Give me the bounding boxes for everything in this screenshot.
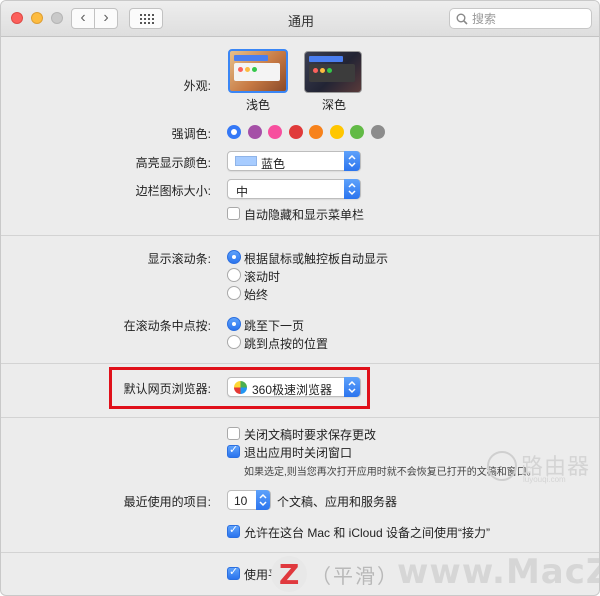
- router-watermark: 路由器 luyouqi.com: [487, 449, 593, 485]
- search-icon: [456, 13, 468, 25]
- accent-swatch[interactable]: [268, 125, 282, 139]
- macz-watermark-mid: （平滑）: [311, 566, 399, 588]
- recent-items-value: 10: [234, 494, 248, 508]
- handoff-checkbox[interactable]: [227, 523, 240, 538]
- close-windows-checkbox[interactable]: [227, 443, 240, 458]
- accent-swatch[interactable]: [227, 125, 241, 139]
- scrollbars-auto-radio[interactable]: [227, 250, 241, 264]
- thumb-dot: [313, 68, 318, 73]
- font-smoothing-checkbox[interactable]: [227, 565, 240, 580]
- scrollbars-scrolling-label: 滚动时: [244, 270, 281, 284]
- search-input[interactable]: [472, 11, 587, 26]
- click-jump-spot-radio[interactable]: [227, 335, 241, 349]
- appearance-light-thumb[interactable]: [228, 49, 288, 93]
- recent-items-popup[interactable]: 10: [227, 490, 271, 510]
- ask-save-checkbox[interactable]: [227, 427, 240, 440]
- handoff-label: 允许在这台 Mac 和 iCloud 设备之间使用“接力”: [244, 526, 491, 540]
- router-logo-icon: [487, 451, 517, 481]
- macz-watermark: Z （平滑） www.MacZ.com: [271, 548, 599, 595]
- scrollbars-auto-label: 根据鼠标或触控板自动显示: [244, 252, 389, 266]
- autohide-menubar-checkbox[interactable]: [227, 207, 240, 220]
- recent-items-suffix: 个文稿、应用和服务器: [277, 495, 398, 509]
- popup-arrows: [344, 151, 360, 171]
- up-down-chevron-icon: [348, 154, 356, 168]
- appearance-label: 外观:: [183, 79, 211, 93]
- macz-logo-icon: Z: [271, 556, 307, 592]
- scrollbars-always-radio[interactable]: [227, 286, 241, 300]
- highlight-label: 高亮显示颜色:: [135, 156, 211, 170]
- close-windows-label: 退出应用时关闭窗口: [244, 446, 353, 460]
- thumb-window: [309, 64, 355, 82]
- macz-watermark-text: www.MacZ.com: [397, 552, 599, 592]
- popup-arrows: [344, 179, 360, 199]
- recent-items-label: 最近使用的项目:: [123, 495, 211, 509]
- scrollbars-always-label: 始终: [244, 288, 269, 302]
- click-next-page-radio[interactable]: [227, 317, 241, 331]
- thumb-window: [234, 63, 280, 81]
- thumb-dot: [320, 68, 325, 73]
- click-jump-spot-label: 跳到点按的位置: [244, 337, 329, 351]
- up-down-chevron-icon: [259, 493, 267, 507]
- thumb-dot: [327, 68, 332, 73]
- thumb-menubar: [309, 56, 343, 62]
- macz-logo-letter: Z: [279, 558, 300, 591]
- accent-swatch[interactable]: [329, 125, 344, 139]
- ask-save-label: 关闭文稿时要求保存更改: [244, 428, 377, 442]
- click-next-page-label: 跳至下一页: [244, 319, 305, 333]
- highlight-value: 蓝色: [261, 157, 286, 171]
- appearance-dark-label: 深色: [321, 98, 346, 112]
- accent-label: 强调色:: [171, 127, 211, 141]
- popup-arrows: [256, 490, 270, 510]
- highlight-swatch: [235, 156, 257, 166]
- up-down-chevron-icon: [348, 182, 356, 196]
- appearance-light-label: 浅色: [245, 98, 270, 112]
- thumb-menubar: [234, 55, 268, 61]
- titlebar: ‹ › 通用: [1, 1, 599, 37]
- highlight-annotation-box: [109, 367, 370, 409]
- appearance-dark-thumb[interactable]: [304, 51, 362, 93]
- sidebar-icon-label: 边栏图标大小:: [135, 184, 211, 198]
- scrollbars-label: 显示滚动条:: [147, 252, 211, 266]
- accent-swatch[interactable]: [370, 125, 385, 139]
- autohide-menubar-label: 自动隐藏和显示菜单栏: [244, 208, 365, 222]
- divider: [1, 235, 599, 236]
- thumb-dot: [252, 67, 257, 72]
- accent-swatch[interactable]: [309, 125, 323, 139]
- scrollbars-scrolling-radio[interactable]: [227, 268, 241, 282]
- divider: [1, 363, 599, 364]
- preferences-window: ‹ › 通用 外观:: [0, 0, 600, 596]
- search-field[interactable]: [449, 8, 592, 29]
- click-scroll-label: 在滚动条中点按:: [123, 319, 211, 333]
- accent-swatch[interactable]: [350, 125, 364, 139]
- divider: [1, 417, 599, 418]
- accent-swatch[interactable]: [288, 125, 303, 139]
- thumb-dot: [245, 67, 250, 72]
- router-watermark-url: luyouqi.com: [523, 475, 566, 484]
- accent-swatch[interactable]: [247, 125, 262, 139]
- thumb-dot: [238, 67, 243, 72]
- sidebar-icon-value: 中: [236, 185, 249, 199]
- sidebar-icon-size-popup[interactable]: 中: [227, 179, 361, 199]
- highlight-color-popup[interactable]: 蓝色: [227, 151, 361, 171]
